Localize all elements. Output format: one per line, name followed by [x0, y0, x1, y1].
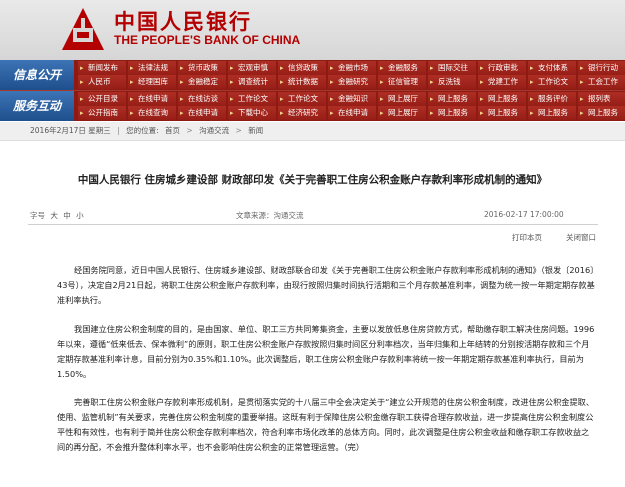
site-header: 中国人民银行 THE PEOPLE'S BANK OF CHINA — [0, 0, 625, 60]
nav-link[interactable]: 反洗钱 — [428, 75, 476, 89]
nav-link[interactable]: 在线访谈 — [178, 92, 226, 106]
nav-link[interactable]: 党建工作 — [478, 75, 526, 89]
nav-link[interactable]: 金融稳定 — [178, 75, 226, 89]
nav-link[interactable]: 网上服务 — [478, 106, 526, 120]
nav-link[interactable]: 网上服务 — [578, 106, 625, 120]
breadcrumb-separator: > — [186, 126, 193, 135]
nav-link[interactable]: 金融市场 — [328, 61, 376, 75]
nav-link[interactable]: 网上服务 — [528, 106, 576, 120]
nav-info-public: 信息公开 新闻发布人民币法律法规经理国库货币政策金融稳定宏观审慎调查统计信贷政策… — [0, 60, 625, 90]
breadcrumb-communication[interactable]: 沟通交流 — [199, 126, 229, 135]
nav-link[interactable]: 调查统计 — [228, 75, 276, 89]
nav-section-title: 服务互动 — [0, 91, 74, 121]
breadcrumb-separator: > — [235, 126, 242, 135]
nav-link[interactable]: 经济研究 — [278, 106, 326, 120]
nav-link[interactable]: 金融研究 — [328, 75, 376, 89]
meta-divider — [28, 224, 598, 225]
font-size-controls: 字号 大 中 小 — [30, 210, 84, 221]
font-size-label: 字号 — [30, 211, 45, 220]
nav-link[interactable]: 行政审批 — [478, 61, 526, 75]
article-title: 中国人民银行 住房城乡建设部 财政部印发《关于完善职工住房公积金账户存款利率形成… — [77, 174, 548, 186]
article-paragraph: 完善职工住房公积金账户存款利率形成机制，是贯彻落实党的十八届三中全会决定关于“建… — [57, 397, 595, 452]
font-size-medium[interactable]: 中 — [63, 211, 71, 220]
font-size-small[interactable]: 小 — [76, 211, 84, 220]
nav-section-title: 信息公开 — [0, 60, 74, 90]
breadcrumb-home[interactable]: 首页 — [165, 126, 180, 135]
nav-link[interactable]: 统计数据 — [278, 75, 326, 89]
breadcrumb: 2016年2月17日 星期三 | 您的位置: 首页 > 沟通交流 > 新闻 — [0, 122, 625, 141]
nav-link[interactable]: 在线申请 — [128, 92, 176, 106]
nav-link[interactable]: 在线查询 — [128, 106, 176, 120]
nav-link[interactable]: 宏观审慎 — [228, 61, 276, 75]
nav-link[interactable]: 工作论文 — [228, 92, 276, 106]
nav-link[interactable]: 工作论文 — [278, 92, 326, 106]
nav-link[interactable]: 支付体系 — [528, 61, 576, 75]
nav-link[interactable]: 报列表 — [578, 92, 625, 106]
nav-link[interactable]: 网上服务 — [478, 92, 526, 106]
nav-service-interaction: 服务互动 公开目录公开指南在线申请在线查询在线访谈在线申请工作论文下载中心工作论… — [0, 90, 625, 121]
print-page-link[interactable]: 打印本页 — [512, 232, 542, 243]
nav-link[interactable]: 征信管理 — [378, 75, 426, 89]
current-date: 2016年2月17日 星期三 — [30, 126, 111, 135]
nav-link[interactable]: 网上展厅 — [378, 92, 426, 106]
font-size-large[interactable]: 大 — [50, 211, 58, 220]
nav-link[interactable]: 经理国库 — [128, 75, 176, 89]
nav-link[interactable]: 银行行动 — [578, 61, 625, 75]
nav-link[interactable]: 公开目录 — [78, 92, 126, 106]
article-meta: 字号 大 中 小 文章来源：沟通交流 2016-02-17 17:00:00 — [0, 210, 625, 224]
nav-link[interactable]: 国际交往 — [428, 61, 476, 75]
article-source: 文章来源：沟通交流 — [236, 211, 304, 220]
breadcrumb-news[interactable]: 新闻 — [248, 126, 263, 135]
nav-link[interactable]: 网上服务 — [428, 106, 476, 120]
nav-link[interactable]: 金融服务 — [378, 61, 426, 75]
brand-name-en: THE PEOPLE'S BANK OF CHINA — [114, 33, 301, 47]
nav-link[interactable]: 在线申请 — [328, 106, 376, 120]
nav-link[interactable]: 公开指南 — [78, 106, 126, 120]
nav-link[interactable]: 信贷政策 — [278, 61, 326, 75]
nav-link[interactable]: 人民币 — [78, 75, 126, 89]
article-paragraph: 我国建立住房公积金制度的目的，是由国家、单位、职工三方共同筹集资金，主要以发放低… — [57, 324, 595, 379]
nav-link[interactable]: 法律法规 — [128, 61, 176, 75]
nav-link[interactable]: 新闻发布 — [78, 61, 126, 75]
nav-link[interactable]: 服务评价 — [528, 92, 576, 106]
article-time: 2016-02-17 17:00:00 — [484, 210, 564, 219]
nav-link[interactable]: 工会工作 — [578, 75, 625, 89]
nav-link[interactable]: 工作论文 — [528, 75, 576, 89]
nav-link[interactable]: 金融知识 — [328, 92, 376, 106]
nav-link[interactable]: 货币政策 — [178, 61, 226, 75]
nav-link[interactable]: 网上服务 — [428, 92, 476, 106]
divider: | — [117, 126, 120, 135]
brand-name-cn: 中国人民银行 — [114, 9, 252, 34]
nav-link[interactable]: 网上展厅 — [378, 106, 426, 120]
close-window-link[interactable]: 关闭窗口 — [566, 232, 596, 243]
nav-link[interactable]: 在线申请 — [178, 106, 226, 120]
location-label: 您的位置: — [126, 126, 159, 135]
pboc-logo-icon[interactable] — [60, 6, 106, 52]
nav-link[interactable]: 下载中心 — [228, 106, 276, 120]
article-paragraph: 经国务院同意，近日中国人民银行、住房城乡建设部、财政部联合印发《关于完善职工住房… — [57, 265, 595, 305]
